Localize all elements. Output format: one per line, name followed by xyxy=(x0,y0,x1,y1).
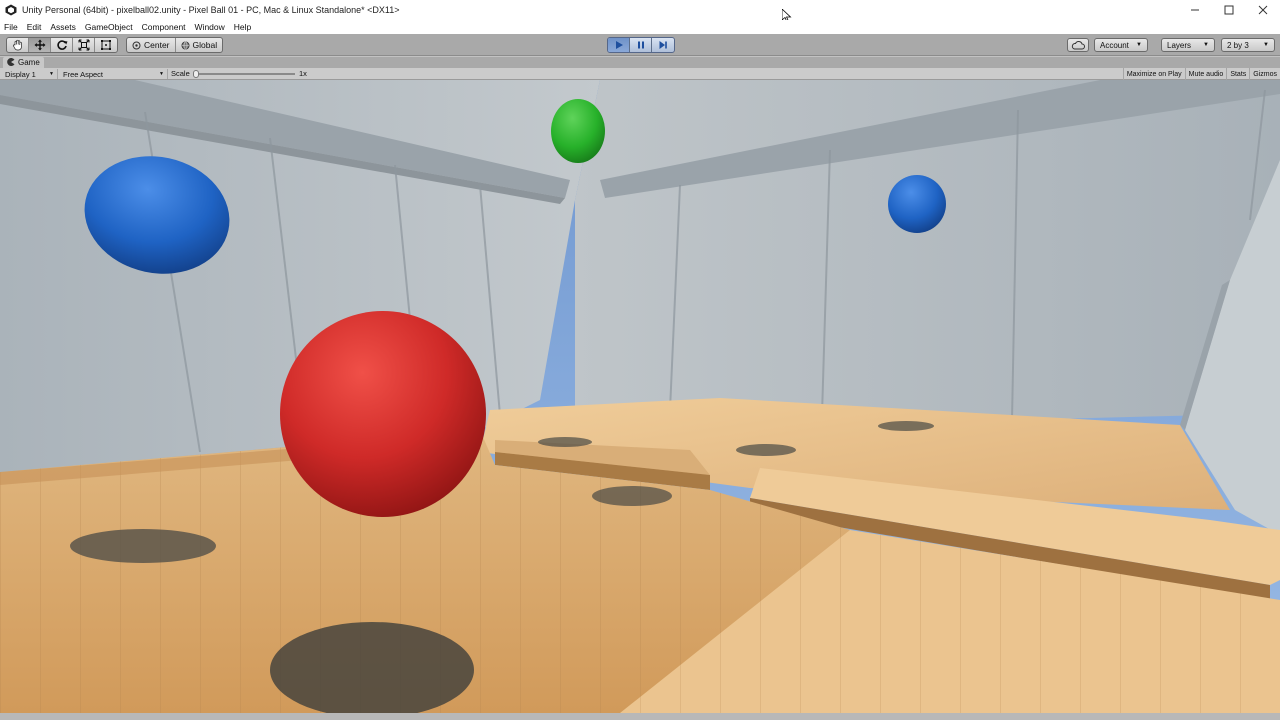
move-icon[interactable] xyxy=(29,38,51,52)
rect-tool-icon[interactable] xyxy=(95,38,117,52)
layers-label: Layers xyxy=(1167,40,1192,50)
title-bar: Unity Personal (64bit) - pixelball02.uni… xyxy=(0,0,1280,20)
scale-icon[interactable] xyxy=(73,38,95,52)
scale-label: Scale xyxy=(171,69,190,78)
close-icon[interactable] xyxy=(1246,0,1280,20)
menu-component[interactable]: Component xyxy=(138,22,191,32)
transform-tools xyxy=(6,37,118,53)
layout-dropdown[interactable]: 2 by 3 ▼ xyxy=(1221,38,1275,52)
chevron-down-icon: ▼ xyxy=(49,71,54,77)
playback-controls xyxy=(607,37,675,53)
menu-edit[interactable]: Edit xyxy=(23,22,47,32)
aspect-label: Free Aspect xyxy=(63,69,104,79)
scale-slider-track[interactable] xyxy=(195,73,295,75)
pivot-toggles: Center Global xyxy=(126,37,224,53)
step-icon[interactable] xyxy=(652,38,674,52)
blue-ball-right xyxy=(888,175,946,233)
chevron-down-icon: ▼ xyxy=(1203,42,1209,48)
menu-file[interactable]: File xyxy=(0,22,23,32)
green-ball xyxy=(551,99,605,163)
window-title: Unity Personal (64bit) - pixelball02.uni… xyxy=(22,5,400,15)
account-label: Account xyxy=(1100,40,1129,50)
tab-game[interactable]: Game xyxy=(3,57,44,68)
menu-assets[interactable]: Assets xyxy=(46,22,81,32)
rotate-icon[interactable] xyxy=(51,38,73,52)
gizmos-dropdown[interactable]: Gizmos xyxy=(1249,68,1280,80)
chevron-down-icon: ▼ xyxy=(159,71,164,77)
pause-icon[interactable] xyxy=(630,38,652,52)
stats-toggle[interactable]: Stats xyxy=(1226,68,1249,80)
scale-value: 1x xyxy=(299,69,307,78)
pivot-icon xyxy=(132,41,141,49)
menu-bar: File Edit Assets GameObject Component Wi… xyxy=(0,20,1280,34)
pivot-label: Center xyxy=(144,40,170,50)
globe-icon xyxy=(181,41,190,49)
unity-logo-icon xyxy=(4,3,18,17)
menu-gameobject[interactable]: GameObject xyxy=(81,22,138,32)
account-dropdown[interactable]: Account ▼ xyxy=(1094,38,1148,52)
space-label: Global xyxy=(192,40,218,50)
cloud-icon[interactable] xyxy=(1067,38,1089,52)
chevron-down-icon: ▼ xyxy=(1136,42,1142,48)
game-pacman-icon xyxy=(7,57,15,68)
aspect-dropdown[interactable]: Free Aspect ▼ xyxy=(60,69,168,79)
game-view-toolbar: Display 1 ▼ Free Aspect ▼ Scale 1x Maxim… xyxy=(0,68,1280,80)
tab-row: Game xyxy=(0,57,1280,68)
mute-audio-toggle[interactable]: Mute audio xyxy=(1184,68,1227,80)
display-label: Display 1 xyxy=(5,69,36,79)
layout-label: 2 by 3 xyxy=(1227,40,1249,50)
main-toolbar: Center Global Account ▼ Layers ▼ 2 by 3 … xyxy=(0,34,1280,56)
tab-game-label: Game xyxy=(18,58,40,67)
game-scene xyxy=(0,80,1280,713)
scale-slider-thumb[interactable] xyxy=(193,70,199,78)
hand-icon[interactable] xyxy=(7,38,29,52)
game-viewport[interactable] xyxy=(0,80,1280,713)
minimize-icon[interactable] xyxy=(1178,0,1212,20)
pivot-center-button[interactable]: Center xyxy=(127,38,176,52)
maximize-on-play-toggle[interactable]: Maximize on Play xyxy=(1122,68,1185,80)
menu-window[interactable]: Window xyxy=(191,22,230,32)
pivot-global-button[interactable]: Global xyxy=(176,38,223,52)
play-icon[interactable] xyxy=(608,38,630,52)
bottom-status-strip xyxy=(0,713,1280,720)
red-ball xyxy=(280,311,486,517)
layers-dropdown[interactable]: Layers ▼ xyxy=(1161,38,1215,52)
menu-help[interactable]: Help xyxy=(230,22,256,32)
maximize-icon[interactable] xyxy=(1212,0,1246,20)
display-dropdown[interactable]: Display 1 ▼ xyxy=(2,69,58,79)
chevron-down-icon: ▼ xyxy=(1263,42,1269,48)
